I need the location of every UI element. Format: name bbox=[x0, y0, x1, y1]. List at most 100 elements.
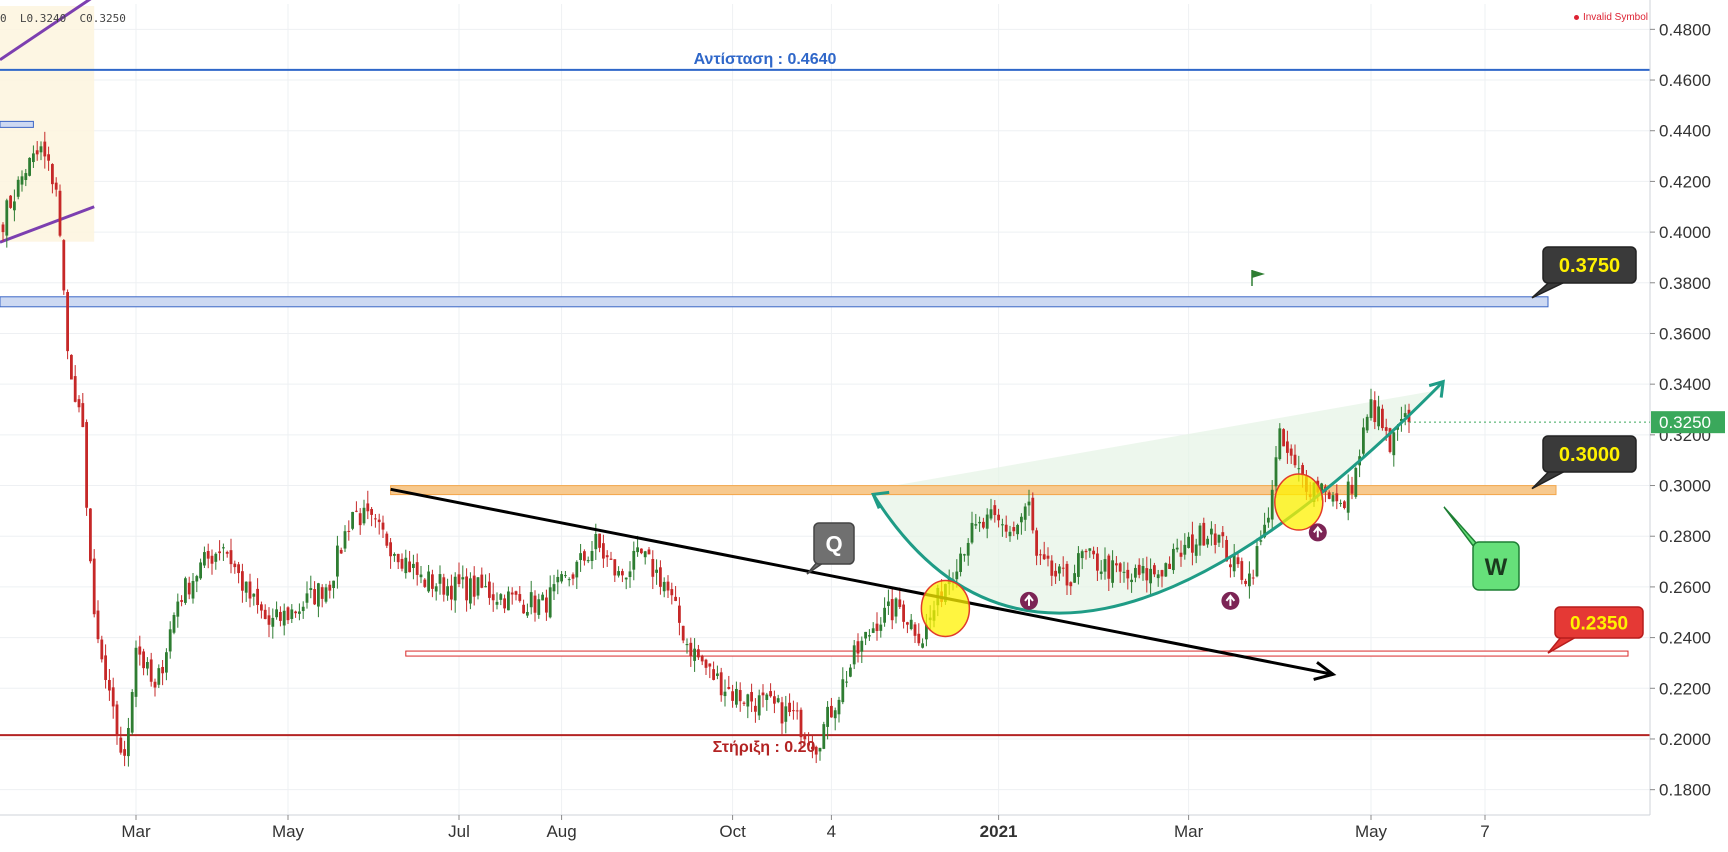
candle-body bbox=[161, 666, 164, 674]
x-tick-label: May bbox=[1355, 822, 1388, 841]
candle-body bbox=[370, 509, 373, 515]
candle-body bbox=[252, 593, 256, 597]
candle-body bbox=[404, 557, 408, 574]
candle-body bbox=[343, 531, 347, 549]
x-tick-label: Mar bbox=[121, 822, 151, 841]
invalid-symbol-badge: Invalid Symbol bbox=[1573, 12, 1648, 23]
candle-body bbox=[719, 672, 723, 696]
candle-body bbox=[35, 150, 39, 155]
candle-body bbox=[1069, 582, 1073, 587]
candle-body bbox=[887, 601, 890, 606]
candle-body bbox=[852, 645, 856, 665]
candle-body bbox=[792, 710, 795, 712]
candle-body bbox=[579, 553, 582, 561]
y-tick-label: 0.2400 bbox=[1659, 629, 1711, 648]
candle-body bbox=[1206, 538, 1209, 545]
candle-body bbox=[1183, 544, 1187, 555]
candle-body bbox=[431, 574, 434, 589]
candle-body bbox=[704, 659, 708, 668]
candle-body bbox=[134, 647, 138, 697]
candle-body bbox=[1080, 551, 1084, 559]
candle-body bbox=[742, 702, 746, 704]
candle-body bbox=[617, 571, 620, 576]
candle-body bbox=[332, 580, 335, 589]
candle-body bbox=[499, 594, 503, 600]
candle-body bbox=[465, 576, 468, 601]
candle-body bbox=[480, 574, 484, 588]
candle-body bbox=[111, 687, 115, 707]
candle-body bbox=[1122, 571, 1126, 573]
candle-body bbox=[1187, 536, 1190, 548]
candle-body bbox=[609, 558, 613, 560]
candle-body bbox=[875, 623, 879, 631]
candle-body bbox=[476, 577, 480, 596]
candle-body bbox=[92, 558, 96, 615]
candle-body bbox=[1031, 497, 1035, 531]
candle-body bbox=[1130, 579, 1133, 583]
candle-body bbox=[66, 292, 69, 352]
candle-body bbox=[503, 598, 506, 609]
callout-w: W bbox=[1443, 506, 1520, 591]
candle-body bbox=[1365, 416, 1369, 431]
candle-body bbox=[731, 691, 734, 701]
candle-body bbox=[746, 694, 750, 707]
candle-body bbox=[225, 551, 229, 554]
candle-body bbox=[168, 629, 172, 652]
candle-body bbox=[317, 583, 320, 607]
candle-body bbox=[583, 551, 586, 561]
candle-body bbox=[233, 563, 237, 568]
candle-body bbox=[1016, 524, 1019, 535]
candle-body bbox=[43, 141, 47, 157]
candle-body bbox=[647, 549, 651, 555]
candle-body bbox=[963, 554, 966, 556]
candle-body bbox=[1362, 427, 1365, 454]
candle-body bbox=[560, 574, 563, 582]
candle-body bbox=[1137, 564, 1141, 575]
chart-canvas[interactable]: Αντίσταση : 0.4640Στήριξη : 0.200.37500.… bbox=[0, 0, 1728, 847]
candle-body bbox=[130, 692, 134, 733]
candle-body bbox=[438, 574, 442, 584]
y-tick-label: 0.2000 bbox=[1659, 730, 1711, 749]
candle-body bbox=[1194, 544, 1198, 556]
candle-body bbox=[906, 622, 909, 625]
candle-body bbox=[632, 550, 636, 570]
candle-body bbox=[362, 507, 366, 524]
candle-body bbox=[70, 354, 73, 380]
candle-body bbox=[51, 164, 54, 185]
candle-body bbox=[294, 611, 297, 614]
candle-body bbox=[982, 521, 985, 528]
candle-body bbox=[1191, 534, 1194, 553]
candle-body bbox=[153, 681, 157, 688]
candle-body bbox=[978, 521, 981, 524]
candle-body bbox=[62, 240, 66, 291]
status-dot-icon bbox=[1573, 14, 1579, 20]
invalid-symbol-text: Invalid Symbol bbox=[1582, 12, 1648, 23]
candle-body bbox=[16, 179, 20, 197]
candle-body bbox=[324, 587, 328, 602]
candle-body bbox=[89, 508, 92, 562]
y-tick-label: 0.2600 bbox=[1659, 578, 1711, 597]
candle-body bbox=[974, 524, 978, 526]
candle-body bbox=[833, 710, 837, 719]
candle-body bbox=[1020, 516, 1023, 523]
candle-body bbox=[693, 648, 696, 661]
candle-body bbox=[1061, 567, 1065, 569]
chart-area[interactable]: Αντίσταση : 0.4640 Στήριξη : 0.20 0.3750 0.… bbox=[0, 0, 1728, 847]
candle-body bbox=[784, 706, 788, 722]
candle-body bbox=[1134, 567, 1137, 578]
candle-body bbox=[73, 376, 77, 402]
callout-0235: 0.2350 bbox=[1547, 606, 1644, 654]
candle-body bbox=[1229, 564, 1232, 568]
candle-body bbox=[518, 594, 522, 601]
candle-body bbox=[1343, 501, 1346, 508]
callout-q-text: Q bbox=[825, 531, 842, 556]
candle-body bbox=[210, 555, 214, 564]
candle-body bbox=[955, 571, 959, 580]
candle-body bbox=[780, 702, 784, 724]
candle-body bbox=[1198, 525, 1202, 546]
candle-body bbox=[697, 649, 700, 658]
flag-icon bbox=[1252, 270, 1265, 278]
candle-body bbox=[1232, 555, 1236, 572]
callout-0375-text: 0.3750 bbox=[1559, 255, 1620, 277]
candle-body bbox=[662, 581, 666, 592]
